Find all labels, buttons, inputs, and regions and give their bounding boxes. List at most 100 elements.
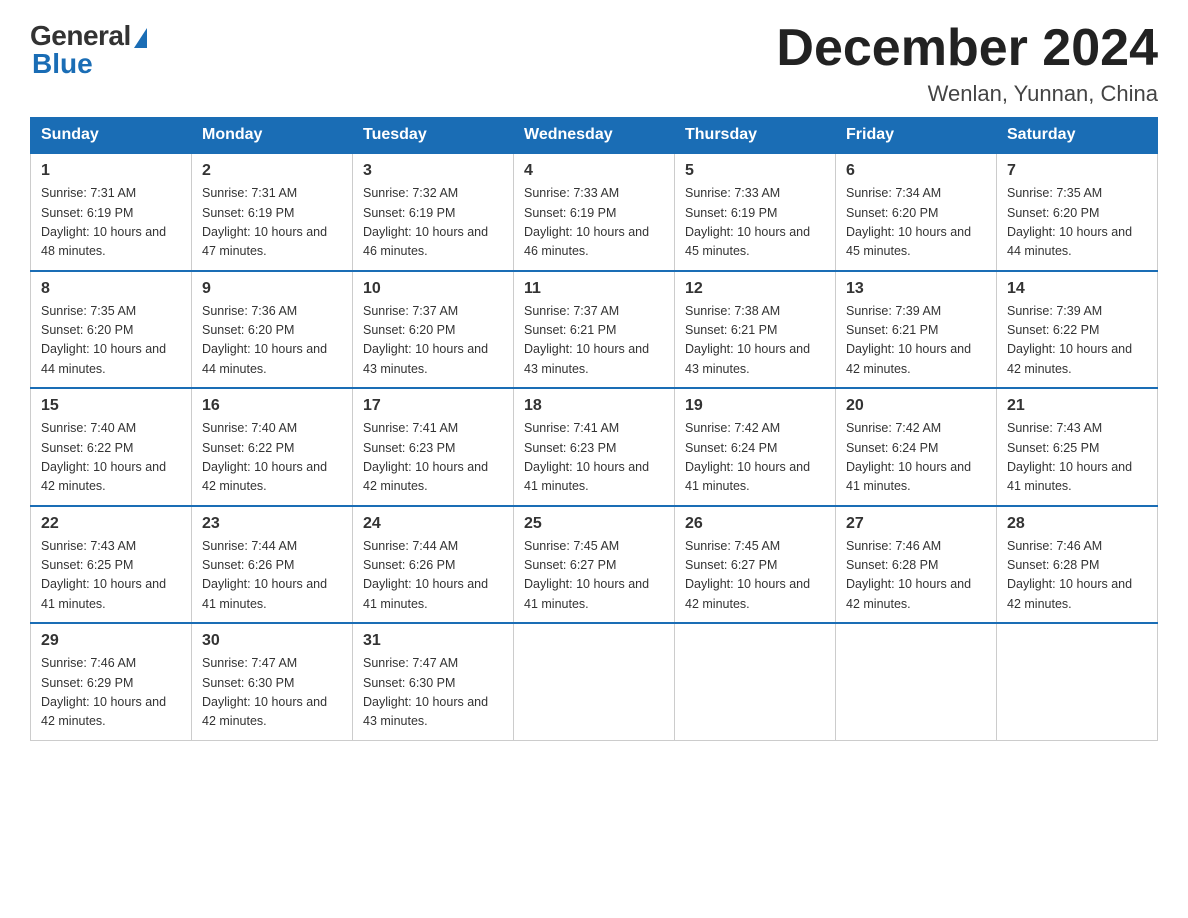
day-info: Sunrise: 7:37 AMSunset: 6:20 PMDaylight:… — [363, 302, 503, 380]
day-number: 5 — [685, 162, 825, 180]
day-number: 11 — [524, 280, 664, 298]
calendar-cell: 15 Sunrise: 7:40 AMSunset: 6:22 PMDayligh… — [31, 388, 192, 506]
day-info: Sunrise: 7:36 AMSunset: 6:20 PMDaylight:… — [202, 302, 342, 380]
day-number: 13 — [846, 280, 986, 298]
calendar-cell: 13 Sunrise: 7:39 AMSunset: 6:21 PMDayligh… — [836, 271, 997, 389]
calendar-week-row: 1 Sunrise: 7:31 AMSunset: 6:19 PMDaylight… — [31, 153, 1158, 271]
calendar-cell: 6 Sunrise: 7:34 AMSunset: 6:20 PMDaylight… — [836, 153, 997, 271]
month-title: December 2024 — [776, 20, 1158, 77]
calendar-cell: 7 Sunrise: 7:35 AMSunset: 6:20 PMDaylight… — [997, 153, 1158, 271]
day-info: Sunrise: 7:45 AMSunset: 6:27 PMDaylight:… — [524, 537, 664, 615]
day-number: 18 — [524, 397, 664, 415]
day-header-wednesday: Wednesday — [514, 118, 675, 154]
day-number: 6 — [846, 162, 986, 180]
calendar-cell: 27 Sunrise: 7:46 AMSunset: 6:28 PMDayligh… — [836, 506, 997, 624]
day-number: 3 — [363, 162, 503, 180]
day-info: Sunrise: 7:46 AMSunset: 6:28 PMDaylight:… — [1007, 537, 1147, 615]
day-number: 17 — [363, 397, 503, 415]
day-header-tuesday: Tuesday — [353, 118, 514, 154]
day-info: Sunrise: 7:33 AMSunset: 6:19 PMDaylight:… — [685, 184, 825, 262]
day-info: Sunrise: 7:45 AMSunset: 6:27 PMDaylight:… — [685, 537, 825, 615]
calendar-week-row: 8 Sunrise: 7:35 AMSunset: 6:20 PMDaylight… — [31, 271, 1158, 389]
calendar-cell: 18 Sunrise: 7:41 AMSunset: 6:23 PMDayligh… — [514, 388, 675, 506]
calendar-cell — [997, 623, 1158, 740]
day-number: 1 — [41, 162, 181, 180]
day-number: 25 — [524, 515, 664, 533]
day-number: 19 — [685, 397, 825, 415]
day-number: 4 — [524, 162, 664, 180]
day-info: Sunrise: 7:39 AMSunset: 6:22 PMDaylight:… — [1007, 302, 1147, 380]
calendar-cell: 24 Sunrise: 7:44 AMSunset: 6:26 PMDayligh… — [353, 506, 514, 624]
calendar-cell: 30 Sunrise: 7:47 AMSunset: 6:30 PMDayligh… — [192, 623, 353, 740]
day-info: Sunrise: 7:31 AMSunset: 6:19 PMDaylight:… — [41, 184, 181, 262]
calendar-cell: 22Sunrise: 7:43 AMSunset: 6:25 PMDayligh… — [31, 506, 192, 624]
calendar-cell: 9 Sunrise: 7:36 AMSunset: 6:20 PMDaylight… — [192, 271, 353, 389]
calendar-cell: 29 Sunrise: 7:46 AMSunset: 6:29 PMDayligh… — [31, 623, 192, 740]
day-number: 27 — [846, 515, 986, 533]
calendar-header-row: SundayMondayTuesdayWednesdayThursdayFrid… — [31, 118, 1158, 154]
day-number: 9 — [202, 280, 342, 298]
calendar-cell: 21Sunrise: 7:43 AMSunset: 6:25 PMDayligh… — [997, 388, 1158, 506]
calendar-week-row: 22Sunrise: 7:43 AMSunset: 6:25 PMDayligh… — [31, 506, 1158, 624]
calendar-cell — [675, 623, 836, 740]
day-number: 14 — [1007, 280, 1147, 298]
day-info: Sunrise: 7:34 AMSunset: 6:20 PMDaylight:… — [846, 184, 986, 262]
day-info: Sunrise: 7:39 AMSunset: 6:21 PMDaylight:… — [846, 302, 986, 380]
calendar-cell: 10Sunrise: 7:37 AMSunset: 6:20 PMDayligh… — [353, 271, 514, 389]
day-number: 26 — [685, 515, 825, 533]
day-number: 7 — [1007, 162, 1147, 180]
day-number: 23 — [202, 515, 342, 533]
title-block: December 2024 Wenlan, Yunnan, China — [776, 20, 1158, 107]
calendar-cell: 11Sunrise: 7:37 AMSunset: 6:21 PMDayligh… — [514, 271, 675, 389]
page-header: General Blue December 2024 Wenlan, Yunna… — [30, 20, 1158, 107]
calendar-cell: 25 Sunrise: 7:45 AMSunset: 6:27 PMDayligh… — [514, 506, 675, 624]
calendar-cell: 31Sunrise: 7:47 AMSunset: 6:30 PMDayligh… — [353, 623, 514, 740]
day-number: 12 — [685, 280, 825, 298]
day-info: Sunrise: 7:41 AMSunset: 6:23 PMDaylight:… — [363, 419, 503, 497]
day-number: 30 — [202, 632, 342, 650]
calendar-cell: 4Sunrise: 7:33 AMSunset: 6:19 PMDaylight… — [514, 153, 675, 271]
day-header-saturday: Saturday — [997, 118, 1158, 154]
day-info: Sunrise: 7:40 AMSunset: 6:22 PMDaylight:… — [202, 419, 342, 497]
day-info: Sunrise: 7:47 AMSunset: 6:30 PMDaylight:… — [363, 654, 503, 732]
day-info: Sunrise: 7:35 AMSunset: 6:20 PMDaylight:… — [1007, 184, 1147, 262]
logo-blue-text: Blue — [32, 48, 93, 80]
day-info: Sunrise: 7:46 AMSunset: 6:28 PMDaylight:… — [846, 537, 986, 615]
calendar-cell: 28 Sunrise: 7:46 AMSunset: 6:28 PMDayligh… — [997, 506, 1158, 624]
calendar-cell: 14 Sunrise: 7:39 AMSunset: 6:22 PMDayligh… — [997, 271, 1158, 389]
calendar-cell: 19Sunrise: 7:42 AMSunset: 6:24 PMDayligh… — [675, 388, 836, 506]
day-info: Sunrise: 7:40 AMSunset: 6:22 PMDaylight:… — [41, 419, 181, 497]
calendar-week-row: 15 Sunrise: 7:40 AMSunset: 6:22 PMDayligh… — [31, 388, 1158, 506]
day-number: 21 — [1007, 397, 1147, 415]
day-info: Sunrise: 7:35 AMSunset: 6:20 PMDaylight:… — [41, 302, 181, 380]
day-number: 28 — [1007, 515, 1147, 533]
day-number: 24 — [363, 515, 503, 533]
day-info: Sunrise: 7:47 AMSunset: 6:30 PMDaylight:… — [202, 654, 342, 732]
day-info: Sunrise: 7:42 AMSunset: 6:24 PMDaylight:… — [846, 419, 986, 497]
day-number: 29 — [41, 632, 181, 650]
calendar-cell: 8 Sunrise: 7:35 AMSunset: 6:20 PMDaylight… — [31, 271, 192, 389]
calendar-table: SundayMondayTuesdayWednesdayThursdayFrid… — [30, 117, 1158, 741]
logo: General Blue — [30, 20, 147, 80]
day-number: 16 — [202, 397, 342, 415]
day-number: 8 — [41, 280, 181, 298]
calendar-cell: 12Sunrise: 7:38 AMSunset: 6:21 PMDayligh… — [675, 271, 836, 389]
calendar-week-row: 29 Sunrise: 7:46 AMSunset: 6:29 PMDayligh… — [31, 623, 1158, 740]
day-number: 2 — [202, 162, 342, 180]
calendar-cell: 26 Sunrise: 7:45 AMSunset: 6:27 PMDayligh… — [675, 506, 836, 624]
calendar-cell — [514, 623, 675, 740]
day-number: 20 — [846, 397, 986, 415]
day-info: Sunrise: 7:41 AMSunset: 6:23 PMDaylight:… — [524, 419, 664, 497]
day-number: 15 — [41, 397, 181, 415]
calendar-cell — [836, 623, 997, 740]
location: Wenlan, Yunnan, China — [776, 81, 1158, 107]
day-header-sunday: Sunday — [31, 118, 192, 154]
day-info: Sunrise: 7:44 AMSunset: 6:26 PMDaylight:… — [363, 537, 503, 615]
day-info: Sunrise: 7:46 AMSunset: 6:29 PMDaylight:… — [41, 654, 181, 732]
logo-arrow-icon — [134, 28, 147, 48]
calendar-cell: 17 Sunrise: 7:41 AMSunset: 6:23 PMDayligh… — [353, 388, 514, 506]
calendar-cell: 1 Sunrise: 7:31 AMSunset: 6:19 PMDaylight… — [31, 153, 192, 271]
calendar-cell: 2Sunrise: 7:31 AMSunset: 6:19 PMDaylight… — [192, 153, 353, 271]
calendar-cell: 16 Sunrise: 7:40 AMSunset: 6:22 PMDayligh… — [192, 388, 353, 506]
calendar-cell: 3Sunrise: 7:32 AMSunset: 6:19 PMDaylight… — [353, 153, 514, 271]
